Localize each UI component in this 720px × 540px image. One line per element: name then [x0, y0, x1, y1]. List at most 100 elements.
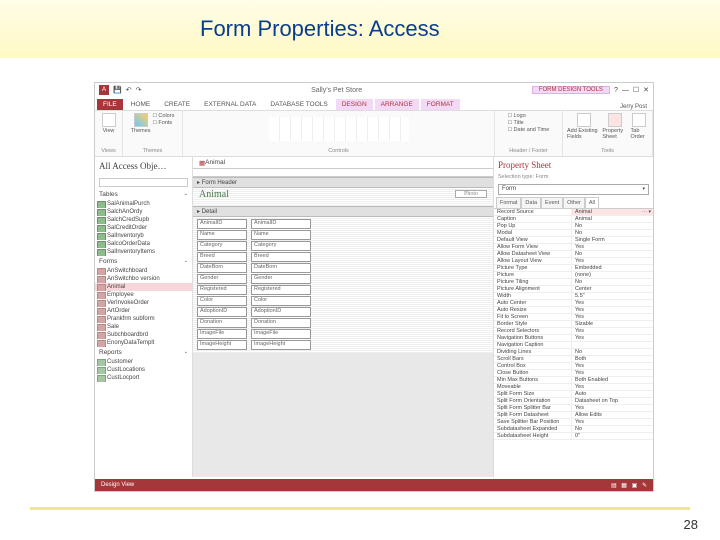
nav-item[interactable]: VerInvokeOrder	[95, 299, 192, 307]
minimize-icon[interactable]: —	[622, 87, 629, 94]
prop-tab-other[interactable]: Other	[563, 197, 585, 208]
property-row[interactable]: MoveableYes	[494, 384, 653, 391]
nav-item[interactable]: Employee	[95, 291, 192, 299]
field-row[interactable]: DonationDonation	[197, 318, 489, 328]
nav-item[interactable]: SalchCredSupb	[95, 216, 192, 224]
field-row[interactable]: Breed Breed	[197, 252, 489, 262]
property-row[interactable]: Navigation Caption	[494, 342, 653, 349]
field-control[interactable]: AdoptionID	[251, 307, 311, 317]
nav-item[interactable]: SalchAnOrdy	[95, 208, 192, 216]
tab-database-tools[interactable]: DATABASE TOOLS	[264, 99, 333, 110]
property-value[interactable]: No	[572, 223, 653, 229]
logo-button[interactable]: Logo	[508, 113, 550, 119]
view-datasheet-icon[interactable]: ▦	[621, 483, 627, 489]
property-value[interactable]: Yes	[572, 405, 653, 411]
property-value[interactable]: Both	[572, 356, 653, 362]
property-value[interactable]: Yes	[572, 335, 653, 341]
property-row[interactable]: Picture TypeEmbedded	[494, 265, 653, 272]
property-value[interactable]: Yes	[572, 370, 653, 376]
field-control[interactable]: Breed	[251, 252, 311, 262]
prop-tab-all[interactable]: All	[585, 197, 599, 208]
prop-tab-data[interactable]: Data	[521, 197, 541, 208]
property-row[interactable]: Close ButtonYes	[494, 370, 653, 377]
field-label[interactable]: Breed	[197, 252, 247, 262]
property-row[interactable]: Split Form SizeAuto	[494, 391, 653, 398]
section-form-header[interactable]: Form Header	[193, 177, 493, 188]
form-header-area[interactable]: Animal Photo	[193, 188, 493, 206]
nav-item[interactable]: Prankfrm subform	[95, 315, 192, 323]
add-fields-button[interactable]: Add Existing Fields	[567, 113, 600, 140]
tab-design[interactable]: DESIGN	[336, 99, 373, 110]
property-value[interactable]: Single Form	[572, 237, 653, 243]
property-value[interactable]	[572, 342, 653, 348]
field-row[interactable]: AdoptionID AdoptionID	[197, 307, 489, 317]
object-tab[interactable]: Animal	[193, 157, 493, 169]
field-label[interactable]: ImageHeight	[197, 340, 247, 350]
property-value[interactable]: No	[572, 251, 653, 257]
nav-item[interactable]: SalInventoryb	[95, 232, 192, 240]
property-row[interactable]: Dividing LinesNo	[494, 349, 653, 356]
property-value[interactable]: Yes	[572, 314, 653, 320]
property-value[interactable]: Yes	[572, 384, 653, 390]
property-row[interactable]: Auto ResizeYes	[494, 307, 653, 314]
field-row[interactable]: DateBornDateBorn	[197, 263, 489, 273]
property-row[interactable]: Split Form OrientationDatasheet on Top	[494, 398, 653, 405]
field-control[interactable]: Gender	[251, 274, 311, 284]
property-value[interactable]: Auto	[572, 391, 653, 397]
view-button[interactable]: View	[102, 113, 116, 134]
detail-area[interactable]: AnimalIDAnimalIDNameNameCategoryCategory…	[193, 217, 493, 353]
property-value[interactable]: Center	[572, 286, 653, 292]
qat-undo-icon[interactable]: ↶	[126, 86, 132, 94]
property-row[interactable]: Auto CenterYes	[494, 300, 653, 307]
field-row[interactable]: RegisteredRegistered	[197, 285, 489, 295]
help-icon[interactable]: ?	[614, 87, 618, 94]
property-value[interactable]: No	[572, 426, 653, 432]
themes-button[interactable]: Themes	[131, 113, 151, 134]
property-row[interactable]: Save Splitter Bar PositionYes	[494, 419, 653, 426]
nav-item[interactable]: AnSwitchbo version	[95, 275, 192, 283]
property-value[interactable]: Yes	[572, 258, 653, 264]
datetime-button[interactable]: Date and Time	[508, 127, 550, 133]
close-icon[interactable]: ✕	[643, 86, 649, 94]
property-row[interactable]: Allow Form ViewYes	[494, 244, 653, 251]
field-control[interactable]: Name	[251, 230, 311, 240]
prop-tab-format[interactable]: Format	[496, 197, 521, 208]
property-row[interactable]: Allow Layout ViewYes	[494, 258, 653, 265]
colors-button[interactable]: Colors	[153, 113, 175, 119]
field-row[interactable]: ImageFile ImageFile	[197, 329, 489, 339]
fonts-button[interactable]: Fonts	[153, 120, 175, 126]
field-control[interactable]: ImageFile	[251, 329, 311, 339]
field-label[interactable]: ImageFile	[197, 329, 247, 339]
qat-save-icon[interactable]: 💾	[113, 86, 122, 94]
nav-item[interactable]: SalInventoryItems	[95, 248, 192, 256]
prop-tab-event[interactable]: Event	[541, 197, 563, 208]
property-row[interactable]: Border StyleSizable	[494, 321, 653, 328]
field-row[interactable]: ImageHeightImageHeight	[197, 340, 489, 350]
field-control[interactable]: Color	[251, 296, 311, 306]
view-layout-icon[interactable]: ▣	[632, 483, 638, 489]
property-row[interactable]: Picture AlignmentCenter	[494, 286, 653, 293]
view-form-icon[interactable]: ▤	[611, 483, 617, 489]
property-value[interactable]: No	[572, 230, 653, 236]
property-value[interactable]: No	[572, 349, 653, 355]
tab-external-data[interactable]: EXTERNAL DATA	[198, 99, 262, 110]
form-title-label[interactable]: Animal	[199, 189, 229, 200]
property-sheet-button[interactable]: Property Sheet	[602, 113, 628, 140]
property-value[interactable]: Sizable	[572, 321, 653, 327]
field-label[interactable]: AdoptionID	[197, 307, 247, 317]
property-value[interactable]: Yes	[572, 363, 653, 369]
property-value[interactable]: 0"	[572, 433, 653, 439]
property-value[interactable]: Yes	[572, 244, 653, 250]
property-row[interactable]: Navigation ButtonsYes	[494, 335, 653, 342]
field-label[interactable]: Name	[197, 230, 247, 240]
field-label[interactable]: Donation	[197, 318, 247, 328]
section-detail[interactable]: Detail	[193, 206, 493, 217]
property-value[interactable]: Yes	[572, 307, 653, 313]
property-row[interactable]: Pop UpNo	[494, 223, 653, 230]
property-value[interactable]: Yes	[572, 300, 653, 306]
property-row[interactable]: Picture(none)	[494, 272, 653, 279]
photo-placeholder[interactable]: Photo	[455, 190, 487, 198]
nav-item[interactable]: CustLocport	[95, 374, 192, 382]
property-value[interactable]: Allow Edits	[572, 412, 653, 418]
property-selector-dropdown[interactable]: Form	[498, 184, 649, 195]
